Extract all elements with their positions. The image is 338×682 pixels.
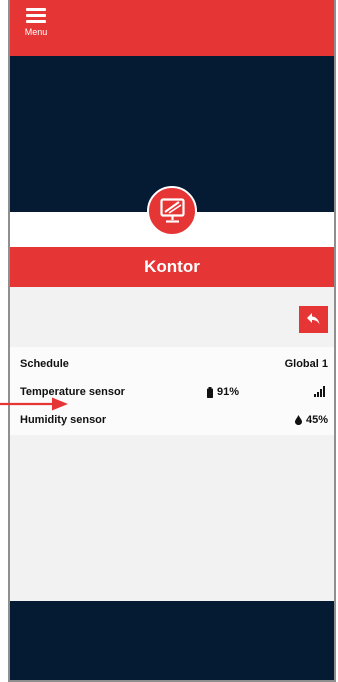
app-root: Menu Kontor Schedule Global 1 Temperatur… xyxy=(0,0,338,682)
battery-icon xyxy=(207,386,213,398)
footer-background xyxy=(10,601,334,680)
sensor-info-panel: Schedule Global 1 Temperature sensor 91% xyxy=(10,347,334,435)
schedule-value: Global 1 xyxy=(284,358,328,370)
water-drop-icon xyxy=(294,415,302,425)
battery-value: 91% xyxy=(217,386,240,398)
humidity-value: 45% xyxy=(305,414,328,426)
schedule-label: Schedule xyxy=(20,358,69,370)
battery-status: 91% xyxy=(207,386,239,398)
schedule-row[interactable]: Schedule Global 1 xyxy=(20,353,328,375)
hamburger-icon xyxy=(26,8,46,24)
annotation-arrow xyxy=(0,397,68,411)
humidity-status: 45% xyxy=(294,414,328,426)
humidity-sensor-label: Humidity sensor xyxy=(20,414,107,426)
humidity-sensor-row[interactable]: Humidity sensor 45% xyxy=(20,409,328,431)
back-arrow-icon xyxy=(307,313,320,325)
monitor-icon xyxy=(160,198,185,223)
top-bar: Menu xyxy=(10,0,334,56)
room-title: Kontor xyxy=(144,257,200,276)
menu-button[interactable]: Menu xyxy=(16,8,56,50)
signal-strength-icon xyxy=(314,386,325,397)
room-content: Schedule Global 1 Temperature sensor 91% xyxy=(10,287,334,601)
phone-frame: Menu Kontor Schedule Global 1 Temperatur… xyxy=(8,0,336,682)
room-title-bar: Kontor xyxy=(10,247,334,287)
menu-label: Menu xyxy=(24,27,48,37)
back-button[interactable] xyxy=(299,306,328,333)
room-icon-badge xyxy=(147,186,197,236)
